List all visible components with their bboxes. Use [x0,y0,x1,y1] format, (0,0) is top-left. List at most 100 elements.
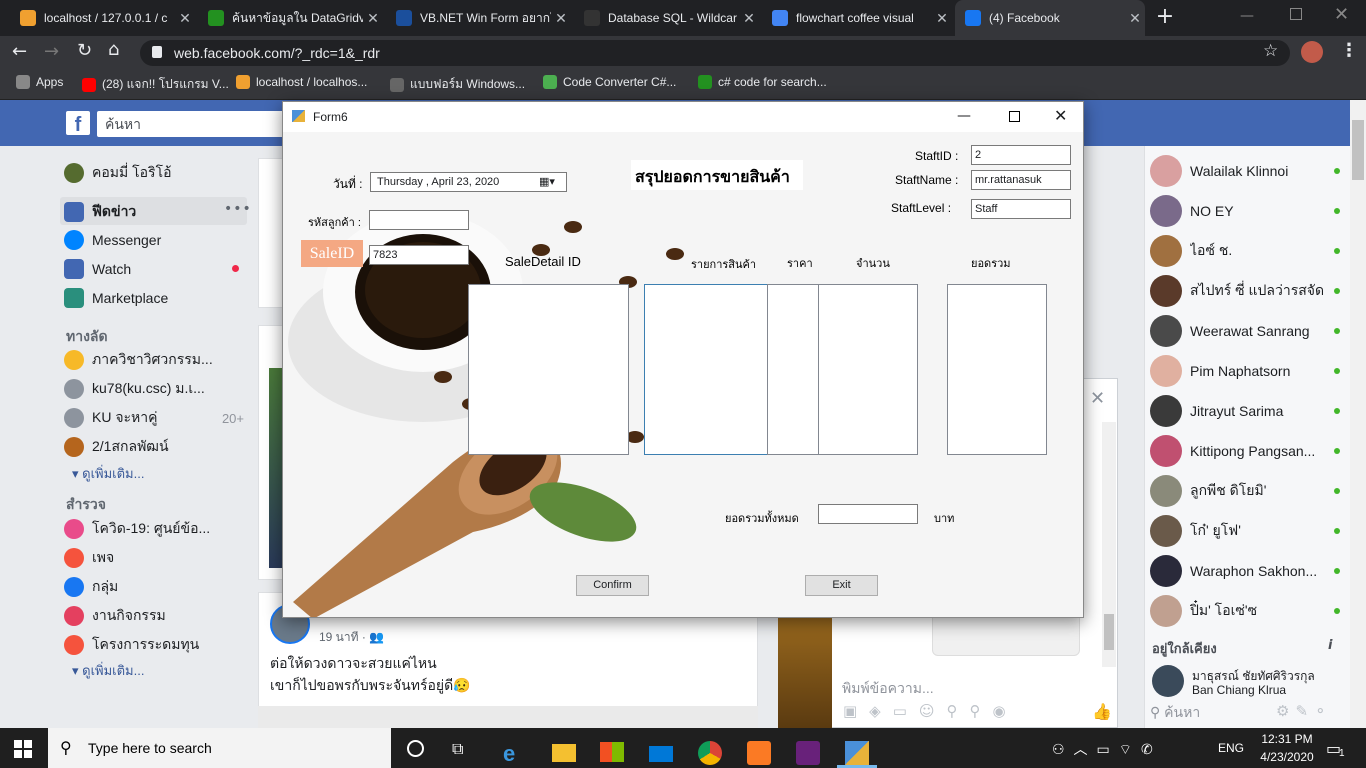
date-picker[interactable]: Thursday , April 23, 2020 [370,172,567,192]
bookmark-item[interactable]: Code Converter C#... [543,75,676,89]
contact-item[interactable]: Walailak Klinnoi [1150,155,1340,187]
contact-search-input[interactable]: ⚲ ค้นหา [1150,702,1270,724]
customer-id-input[interactable] [369,210,469,230]
bookmark-item[interactable]: แบบฟอร์ม Windows... [390,75,525,94]
staff-name-input[interactable]: mr.rattanasuk [971,170,1071,190]
contact-item[interactable]: Weerawat Sanrang [1150,315,1340,347]
chat-toolbar-icons[interactable]: ▣◈▭☺⚲⚲◉ [843,702,1018,720]
shortcut-item[interactable]: KU จะหาคู่ 20+ [64,407,244,429]
page-scroll-thumb[interactable] [1352,120,1364,180]
maximize-browser-icon[interactable] [1290,8,1302,20]
tab-close-icon[interactable]: ✕ [1125,10,1145,27]
chat-scroll-thumb[interactable] [1104,614,1114,650]
product-listbox[interactable] [644,284,768,455]
facebook-search-input[interactable]: ค้นหา [97,111,287,137]
sidebar-item-marketplace[interactable]: Marketplace [64,288,168,308]
sidebar-item-messenger[interactable]: Messenger [64,230,161,250]
xampp-icon[interactable] [747,741,771,765]
clock-time[interactable]: 12:31 PM [1256,732,1318,746]
system-tray-icons[interactable]: ⚇︿▭⌔✆ [1052,739,1162,759]
browser-tab[interactable]: localhost / 127.0.0.1 / c ✕ [10,0,195,36]
contact-item[interactable]: Pim Naphatsorn [1150,355,1340,387]
explore-item[interactable]: โครงการระดมทุน [64,634,199,656]
winforms-app-icon[interactable] [845,741,869,765]
contact-item[interactable]: Jitrayut Sarima [1150,395,1340,427]
url-input[interactable]: web.facebook.com/?_rdc=1&_rdr [140,40,1290,66]
grand-total-input[interactable] [818,504,918,524]
cortana-icon[interactable] [407,740,424,757]
form-maximize-icon[interactable] [1009,111,1020,122]
form-close-icon[interactable]: ✕ [1054,106,1067,125]
store-icon[interactable] [600,742,624,762]
tab-close-icon[interactable]: ✕ [932,10,952,27]
explore-item[interactable]: งานกิจกรรม [64,605,166,627]
contact-item[interactable]: ไอซ์ ช. [1150,235,1340,267]
price-listbox[interactable] [767,284,819,455]
language-indicator[interactable]: ENG [1218,741,1244,755]
contact-item[interactable]: Waraphon Sakhon... [1150,555,1340,587]
profile-link[interactable]: คอมมี่ โอริโอ้ [64,162,172,184]
contact-settings-icons[interactable]: ⚙✎⚬ [1276,702,1333,720]
bookmark-item[interactable]: c# code for search... [698,75,827,89]
contact-item[interactable]: สไปทร์ ซี่ แปลว่ารสจัด [1150,275,1340,307]
total-listbox[interactable] [947,284,1047,455]
explore-item[interactable]: โควิด-19: ศูนย์ข้อ... [64,518,210,540]
info-icon[interactable]: i [1328,638,1332,653]
staff-id-input[interactable]: 2 [971,145,1071,165]
mail-icon[interactable] [649,746,673,762]
tab-close-icon[interactable]: ✕ [739,10,759,27]
bookmark-star-icon[interactable]: ☆ [1263,41,1278,61]
browser-tab[interactable]: flowchart coffee visual ✕ [762,0,952,36]
new-tab-button[interactable]: + [1152,5,1178,31]
contact-item[interactable]: Kittipong Pangsan... [1150,435,1340,467]
visual-studio-icon[interactable] [796,741,820,765]
exit-button[interactable]: Exit [805,575,878,596]
browser-tab[interactable]: VB.NET Win Form อยากใ ✕ [386,0,571,36]
more-options-icon[interactable]: ••• [224,201,252,217]
contact-item[interactable]: NO EY [1150,195,1340,227]
game-thumbnail[interactable] [778,614,832,728]
forward-icon[interactable]: → [44,41,59,62]
tab-close-icon[interactable]: ✕ [551,10,571,27]
see-more-shortcuts[interactable]: ▾ ดูเพิ่มเติม... [72,463,144,484]
browser-tab[interactable]: (4) Facebook ✕ [955,0,1145,36]
menu-kebab-icon[interactable]: ⋮ [1340,40,1358,61]
nearby-contact[interactable]: มาธุสรณ์ ชัยทัศศิริวรกุล Ban Chiang Klru… [1150,665,1340,699]
bookmark-item[interactable]: localhost / localhos... [236,75,367,89]
shortcut-item[interactable]: 2/1สกลพัฒน์ [64,436,244,458]
windows-start-icon[interactable] [14,740,32,758]
calendar-dropdown-icon[interactable]: ▦▾ [539,175,555,188]
reload-icon[interactable]: ↻ [77,40,92,61]
contact-item[interactable]: ปิ๋ม' โอเซ่'ซ [1150,595,1340,627]
back-icon[interactable]: ← [12,41,27,62]
home-icon[interactable]: ⌂ [108,39,119,60]
sale-detail-id-listbox[interactable] [468,284,629,455]
file-explorer-icon[interactable] [552,744,576,762]
task-view-icon[interactable]: ⧉ [452,739,463,759]
form-minimize-icon[interactable]: — [957,108,971,124]
tab-close-icon[interactable]: ✕ [363,10,383,27]
chrome-icon[interactable] [698,741,722,765]
contact-item[interactable]: โก๋' ยูโฟ' [1150,515,1340,547]
quantity-listbox[interactable] [818,284,918,455]
minimize-browser-icon[interactable]: — [1240,8,1260,28]
browser-tab[interactable]: ค้นหาข้อมูลใน DataGridvi ✕ [198,0,383,36]
profile-avatar[interactable] [1301,41,1323,63]
clock-date[interactable]: 4/23/2020 [1256,750,1318,764]
bookmark-item[interactable]: (28) แจก!! โปรแกรม V... [82,75,229,94]
chat-close-icon[interactable]: ✕ [1090,388,1105,409]
staff-level-input[interactable]: Staff [971,199,1071,219]
confirm-button[interactable]: Confirm [576,575,649,596]
sidebar-item-news-feed[interactable]: ฟีดข่าว [64,201,136,223]
close-browser-icon[interactable]: ✕ [1334,4,1349,25]
explore-item[interactable]: กลุ่ม [64,576,118,598]
facebook-logo-icon[interactable]: f [66,111,90,136]
sidebar-item-watch[interactable]: Watch [64,259,131,279]
browser-tab[interactable]: Database SQL - Wildcar ✕ [574,0,759,36]
chat-message-input[interactable]: พิมพ์ข้อความ... [842,678,934,700]
page-scrollbar[interactable] [1350,100,1366,728]
post-time[interactable]: 19 นาที · 👥 [319,628,384,647]
shortcut-item[interactable]: ku78(ku.csc) ม.เ... [64,378,244,400]
tab-close-icon[interactable]: ✕ [175,10,195,27]
contact-item[interactable]: ลูกพีช ดิโยมิ' [1150,475,1340,507]
